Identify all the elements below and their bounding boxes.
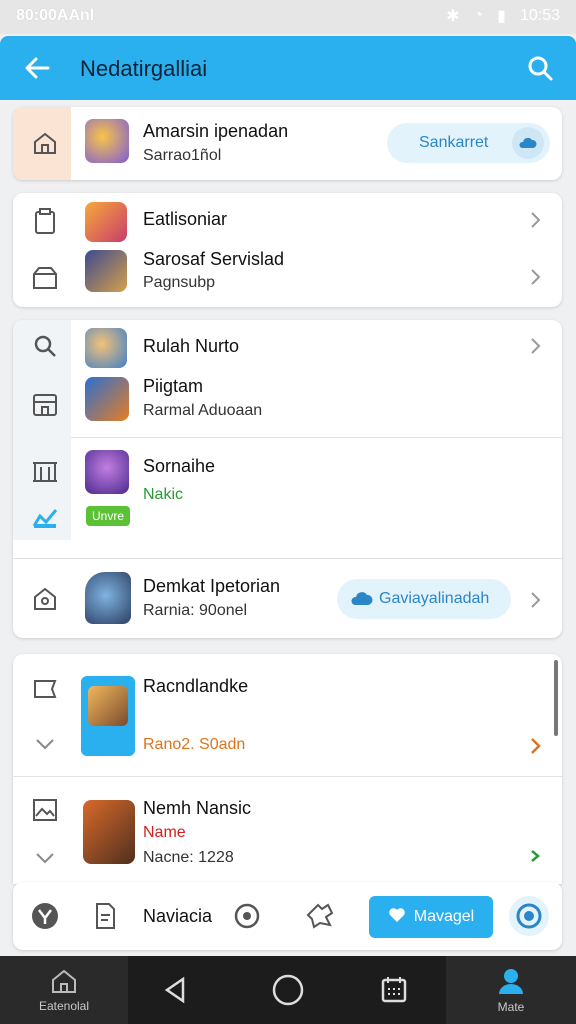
home-icon <box>25 123 65 163</box>
chevron-right-icon[interactable] <box>525 590 545 610</box>
shield-icon[interactable] <box>27 898 63 934</box>
list-card: Eatlisoniar Sarosaf Servislad Pagnsubp <box>13 193 562 307</box>
image-icon <box>25 790 65 830</box>
shop-icon <box>25 384 65 424</box>
navigation-label: Naviacia <box>143 906 213 926</box>
chevron-right-icon[interactable] <box>525 210 545 230</box>
chevron-right-icon[interactable] <box>527 848 547 868</box>
profile-circle-icon[interactable] <box>509 896 549 936</box>
store-icon <box>25 257 65 297</box>
app-icon <box>83 800 135 864</box>
system-nav-bar: Eatenolal Mate <box>0 956 576 1024</box>
status-clock: 10:53 <box>519 7 560 24</box>
app-icon <box>85 572 131 624</box>
item-title: Sornaihe <box>143 456 216 476</box>
list-card: Racndlandke Rano2. S0adn Nemh Nansic Nam… <box>13 654 562 884</box>
app-icon <box>85 377 129 421</box>
status-bar: 80:00AAnl ✱ ◔ ▮ 10:53 <box>0 0 576 34</box>
item-title: Racndlandke <box>143 676 249 696</box>
item-title: Piigtam <box>143 376 204 396</box>
puzzle-icon[interactable] <box>303 898 339 934</box>
cloud-icon <box>351 589 373 612</box>
manage-button[interactable]: Mavagel <box>369 896 493 938</box>
item-subtitle: Rarmal Aduoaan <box>143 402 263 419</box>
cloud-icon <box>512 127 544 159</box>
nav-home-circle-icon[interactable] <box>240 956 336 1024</box>
item-title: Sarosaf Servislad <box>143 249 285 269</box>
chevron-down-icon[interactable] <box>25 838 65 878</box>
gaviayalinadah-button[interactable]: Gaviayalinadah <box>337 579 511 619</box>
item-subtitle: Nakic <box>143 486 184 503</box>
nav-back-icon[interactable] <box>128 956 224 1024</box>
item-subtitle: Sarrao1ñol <box>143 147 222 164</box>
app-icon <box>85 250 127 292</box>
app-icon <box>81 676 135 756</box>
item-subtitle: Pagnsubp <box>143 274 216 291</box>
battery-icon: ▮ <box>497 8 506 25</box>
item-title: Rulah Nurto <box>143 336 240 356</box>
app-icon <box>85 119 129 163</box>
location-icon[interactable] <box>229 898 265 934</box>
app-icon <box>85 202 127 242</box>
item-subtitle: Rarnia: 90onel <box>143 602 248 619</box>
nav-recents-icon[interactable] <box>346 956 442 1024</box>
search-icon <box>25 326 65 366</box>
nav-home[interactable]: Eatenolal <box>0 956 128 1024</box>
chevron-right-icon[interactable] <box>525 267 545 287</box>
chevron-right-icon[interactable] <box>525 336 545 356</box>
item-title: Nemh Nansic <box>143 798 252 818</box>
chevron-down-icon[interactable] <box>25 724 65 764</box>
tag-icon <box>25 670 65 710</box>
heart-icon <box>388 907 406 928</box>
page-title: Nedatirgalliai <box>80 56 208 81</box>
status-time: 80:00AAnl <box>16 7 95 24</box>
item-title: Demkat Ipetorian <box>143 576 281 596</box>
bluetooth-icon: ✱ <box>446 8 460 25</box>
item-subtitle-name: Name <box>143 824 186 841</box>
item-title: Amarsin ipenadan <box>143 121 289 141</box>
document-icon[interactable] <box>87 898 123 934</box>
chevron-right-icon[interactable] <box>525 736 545 756</box>
app-icon <box>85 450 129 494</box>
item-subtitle: Rano2. S0adn <box>143 736 246 753</box>
building-icon <box>25 450 65 490</box>
app-icon <box>85 328 127 368</box>
sankarret-button[interactable]: Sankarret <box>387 123 550 163</box>
wifi-icon: ◔ <box>473 7 484 24</box>
item-title: Eatlisoniar <box>143 209 228 229</box>
action-bar: Naviacia Mavagel <box>13 882 562 950</box>
scrollbar[interactable] <box>554 660 558 736</box>
app-bar: Nedatirgalliai <box>0 36 576 100</box>
clipboard-icon <box>25 201 65 241</box>
chart-icon <box>25 498 65 538</box>
nav-profile[interactable]: Mate <box>446 956 576 1024</box>
home-icon <box>25 578 65 618</box>
search-icon[interactable] <box>522 50 558 86</box>
list-card: Rulah Nurto Piigtam Rarmal Aduoaan Sorna… <box>13 320 562 638</box>
featured-card[interactable]: Amarsin ipenadan Sarrao1ñol Sankarret <box>13 107 562 180</box>
status-badge: Unvre <box>86 506 131 526</box>
item-subtitle: Nacne: 1228 <box>143 849 234 866</box>
back-arrow-icon[interactable] <box>20 50 56 86</box>
